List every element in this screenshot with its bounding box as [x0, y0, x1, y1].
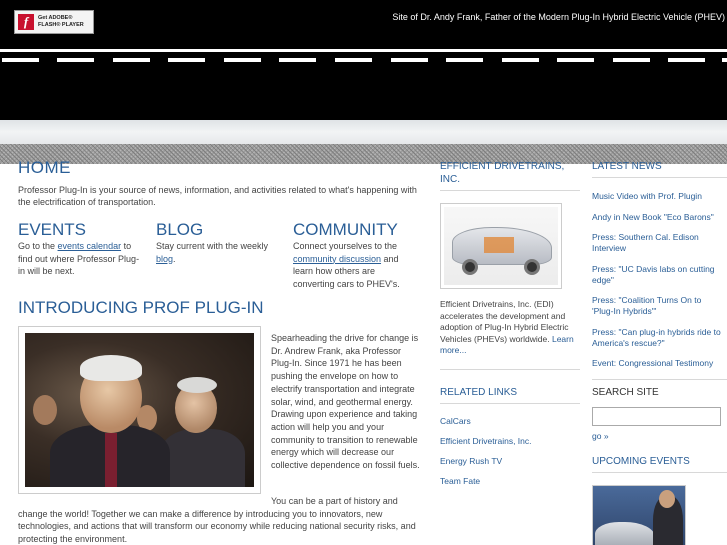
events-calendar-link[interactable]: events calendar: [58, 241, 122, 251]
page-title: HOME: [18, 158, 71, 177]
prof-call-to-action-text: You can be a part of history and change …: [18, 496, 416, 545]
community-discussion-link[interactable]: community discussion: [293, 254, 381, 264]
right-sidebar: LATEST NEWS Music Video with Prof. Plugi…: [592, 160, 727, 545]
upcoming-events-heading: UPCOMING EVENTS: [592, 455, 690, 467]
prof-bio-text: Spearheading the drive for change is Dr.…: [271, 333, 420, 471]
community-heading: COMMUNITY: [293, 220, 398, 239]
news-item[interactable]: Press: "UC Davis labs on cutting edge": [592, 264, 722, 286]
events-column: EVENTS Go to the events calendar to find…: [18, 220, 143, 278]
site-tagline: Site of Dr. Andy Frank, Father of the Mo…: [392, 12, 725, 22]
introducing-heading: INTRODUCING PROF PLUG-IN: [18, 298, 264, 317]
road-dashes: [0, 58, 727, 62]
news-item[interactable]: Event: Congressional Testimony: [592, 358, 722, 369]
related-link-calcars[interactable]: CalCars: [440, 416, 580, 426]
blog-heading: BLOG: [156, 220, 204, 239]
edi-heading: EFFICIENT DRIVETRAINS, INC.: [440, 161, 565, 185]
edi-description: Efficient Drivetrains, Inc. (EDI) accele…: [440, 299, 574, 355]
phev-cutaway-image: [444, 207, 558, 285]
flash-icon: f: [18, 14, 34, 30]
middle-sidebar: EFFICIENT DRIVETRAINS, INC. Efficient Dr…: [440, 160, 580, 496]
site-header: f Get ADOBE® FLASH® PLAYER Site of Dr. A…: [0, 0, 727, 120]
news-item[interactable]: Press: "Can plug-in hybrids ride to Amer…: [592, 327, 722, 349]
upcoming-event-photo[interactable]: [592, 484, 686, 545]
community-column: COMMUNITY Connect yourselves to the comm…: [293, 220, 413, 290]
news-item[interactable]: Press: Southern Cal. Edison Interview: [592, 232, 722, 254]
search-site-heading: SEARCH SITE: [592, 386, 659, 398]
blog-link[interactable]: blog: [156, 254, 173, 264]
header-gradient-band: [0, 120, 727, 144]
search-input[interactable]: [592, 406, 721, 426]
flash-line-1: Get ADOBE®: [38, 15, 73, 21]
road-line: [0, 49, 727, 52]
prof-photo-frame: [18, 326, 261, 494]
prof-plugin-photo: [25, 333, 254, 487]
intro-text: Professor Plug-In is your source of news…: [18, 185, 417, 207]
search-go-link[interactable]: go »: [592, 431, 727, 441]
related-link-team-fate[interactable]: Team Fate: [440, 476, 580, 486]
edi-car-image-frame[interactable]: [440, 203, 562, 289]
related-links-heading: RELATED LINKS: [440, 386, 518, 398]
latest-news-list: Music Video with Prof. Plugin Andy in Ne…: [592, 191, 727, 369]
news-item[interactable]: Andy in New Book "Eco Barons": [592, 212, 722, 223]
news-item[interactable]: Press: "Coalition Turns On to 'Plug-In H…: [592, 295, 722, 317]
related-links-list: CalCars Efficient Drivetrains, Inc. Ener…: [440, 416, 580, 486]
events-heading: EVENTS: [18, 220, 87, 239]
get-flash-player-badge[interactable]: f Get ADOBE® FLASH® PLAYER: [14, 10, 94, 34]
latest-news-heading: LATEST NEWS: [592, 161, 662, 172]
blog-column: BLOG Stay current with the weekly blog.: [156, 220, 281, 265]
news-item[interactable]: Music Video with Prof. Plugin: [592, 191, 722, 202]
flash-line-2: FLASH® PLAYER: [38, 22, 84, 28]
main-content: HOME Professor Plug-In is your source of…: [18, 158, 423, 544]
related-link-energy-rush-tv[interactable]: Energy Rush TV: [440, 456, 580, 466]
related-link-efficient-drivetrains[interactable]: Efficient Drivetrains, Inc.: [440, 436, 580, 446]
